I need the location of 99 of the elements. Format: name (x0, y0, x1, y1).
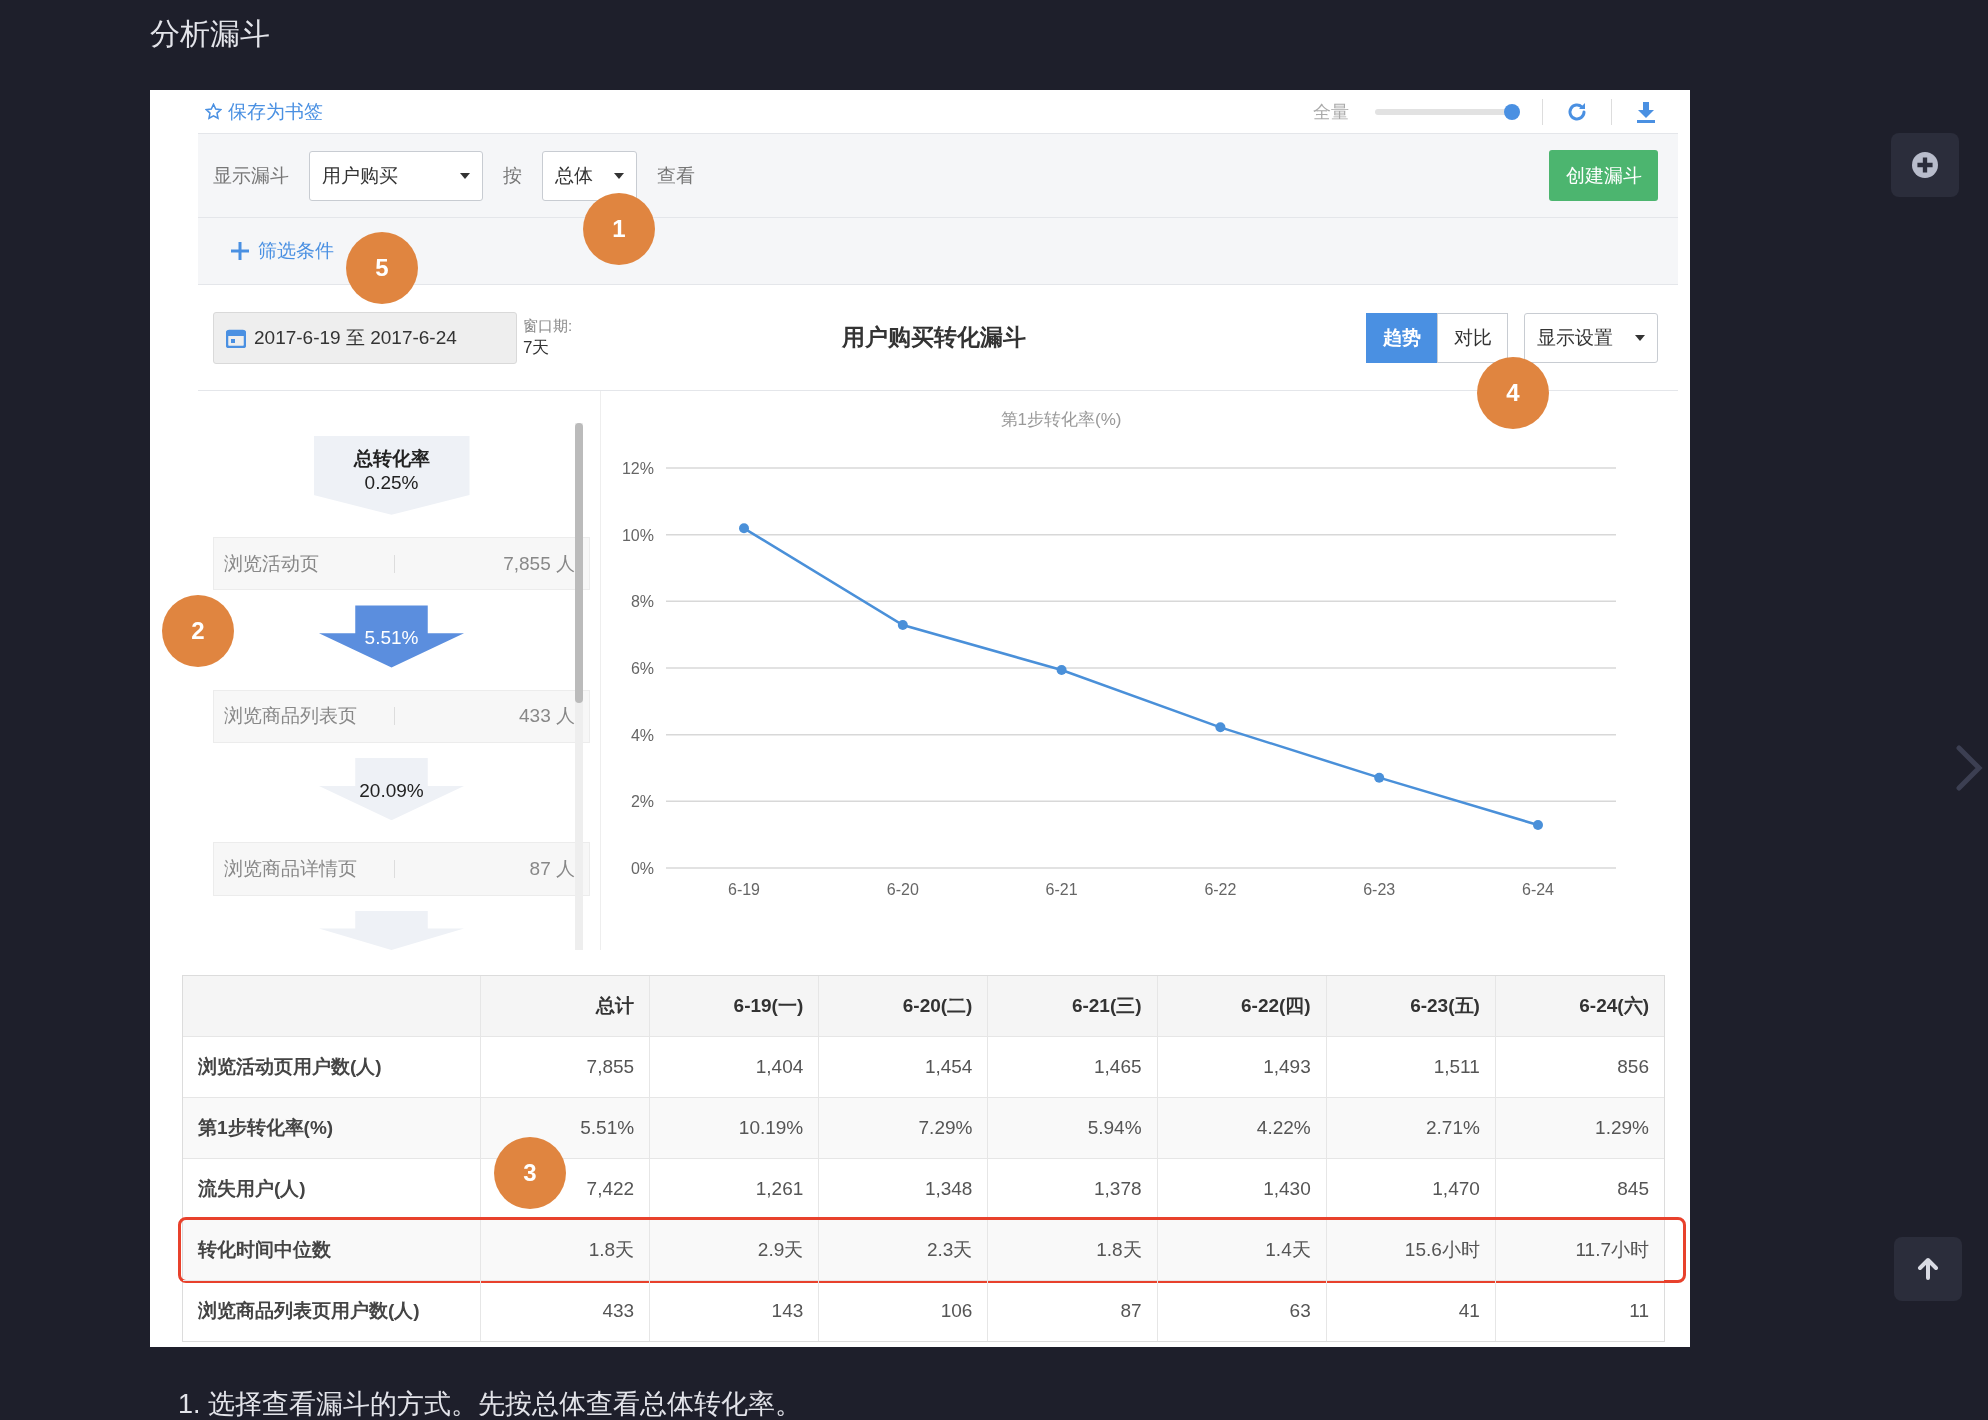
bookmark-link[interactable]: 保存为书签 (205, 98, 323, 125)
chart-title: 用户购买转化漏斗 (841, 323, 1028, 352)
chart-axis-title: 第1步转化率(%) (1000, 410, 1122, 429)
row-label: 浏览活动页用户数(人) (197, 1055, 383, 1079)
x-tick-label: 6-20 (886, 881, 919, 898)
funnel-label: 显示漏斗 (213, 163, 289, 188)
data-point[interactable] (739, 523, 749, 534)
funnel-select[interactable]: 用户购买 (309, 150, 483, 201)
column-header: 总计 (480, 976, 650, 1036)
column-header: 6-20(二) (818, 976, 988, 1036)
column-header: 6-21(三) (987, 976, 1157, 1036)
column-header: 6-24(六) (1494, 976, 1664, 1036)
y-tick-label: 8% (630, 593, 654, 611)
table-cell: 1,378 (987, 1159, 1157, 1219)
caret-icon (1635, 334, 1645, 341)
by-label: 按 (503, 163, 522, 188)
column-header: 6-19(一) (649, 976, 819, 1036)
table-cell: 1,348 (818, 1159, 988, 1219)
table-cell: 1,470 (1325, 1159, 1495, 1219)
step-count: 433 人 (519, 704, 575, 729)
x-tick-label: 6-24 (1522, 881, 1554, 898)
table-cell: 11.7小时 (1494, 1220, 1664, 1280)
table-cell: 41 (1325, 1281, 1495, 1341)
x-tick-label: 6-22 (1204, 881, 1237, 898)
slider-thumb[interactable] (1504, 103, 1520, 120)
row-label: 转化时间中位数 (196, 1238, 332, 1262)
calendar-icon (226, 327, 246, 348)
data-point[interactable] (1215, 722, 1226, 733)
page-heading: 分析漏斗 (150, 16, 270, 52)
table-cell: 106 (818, 1281, 988, 1341)
funnel-step[interactable]: 浏览商品列表页 433 人 (213, 689, 590, 744)
table-cell: 2.71% (1325, 1098, 1495, 1158)
row-label: 浏览商品列表页用户数(人) (197, 1299, 421, 1323)
scrollbar[interactable] (575, 423, 583, 950)
caret-icon (614, 172, 624, 179)
table-cell: 1,430 (1156, 1159, 1326, 1219)
table-cell: 845 (1494, 1159, 1664, 1219)
table-cell: 2.9天 (649, 1220, 819, 1280)
download-icon[interactable] (1634, 99, 1658, 124)
table-cell: 10.19% (649, 1098, 819, 1158)
table-cell: 15.6小时 (1325, 1220, 1495, 1280)
x-tick-label: 6-23 (1363, 881, 1396, 898)
data-point[interactable] (1533, 820, 1543, 830)
y-tick-label: 4% (630, 726, 654, 744)
step-name: 浏览活动页 (224, 551, 320, 576)
plus-icon[interactable] (230, 241, 250, 261)
view-tab[interactable]: 趋势 (1366, 312, 1437, 363)
table-cell: 63 (1156, 1281, 1326, 1341)
table-cell: 143 (649, 1281, 819, 1341)
date-range-field[interactable]: 2017-6-19 至 2017-6-24 (213, 311, 517, 364)
y-tick-label: 10% (621, 526, 654, 544)
data-point[interactable] (1056, 665, 1067, 675)
caret-icon (460, 172, 470, 179)
table-cell: 1.4天 (1156, 1220, 1326, 1280)
column-header: 6-22(四) (1156, 976, 1326, 1036)
y-tick-label: 2% (630, 793, 654, 811)
window-label: 窗口期: (523, 316, 573, 336)
y-tick-label: 0% (630, 860, 654, 877)
table-cell: 2.3天 (818, 1220, 988, 1280)
table-cell: 433 (480, 1281, 650, 1341)
scale-label: 全量 (1313, 100, 1349, 124)
table-cell: 5.94% (987, 1098, 1157, 1158)
data-point[interactable] (1374, 772, 1385, 783)
step-count: 7,855 人 (503, 551, 575, 576)
star-icon (205, 102, 222, 120)
table-cell: 11 (1494, 1281, 1664, 1341)
x-tick-label: 6-21 (1045, 881, 1078, 898)
table-cell: 7.29% (818, 1098, 988, 1158)
table-cell: 1,261 (649, 1159, 819, 1219)
table-cell: 87 (987, 1281, 1157, 1341)
step-description: 1. 选择查看漏斗的方式。先按总体查看总体转化率。 (178, 1388, 803, 1420)
table-cell: 4.22% (1156, 1098, 1326, 1158)
y-tick-label: 12% (621, 460, 654, 477)
add-icon (1912, 152, 1938, 178)
add-filter-link[interactable]: 筛选条件 (258, 238, 334, 264)
display-settings-select[interactable]: 显示设置 (1524, 312, 1658, 363)
row-label: 流失用户(人) (197, 1177, 307, 1201)
view-label: 查看 (657, 163, 695, 188)
y-tick-label: 6% (630, 660, 654, 677)
table-cell: 1.8天 (480, 1220, 650, 1280)
column-header: 6-23(五) (1325, 976, 1495, 1036)
table-cell: 1.29% (1494, 1098, 1664, 1158)
funnel-step[interactable]: 浏览商品详情页 87 人 (213, 842, 590, 896)
step-name: 浏览商品详情页 (224, 857, 358, 881)
x-tick-label: 6-19 (728, 881, 760, 898)
add-button[interactable] (1891, 133, 1959, 197)
funnel-step[interactable]: 浏览活动页 7,855 人 (213, 536, 590, 591)
row-label: 第1步转化率(%) (197, 1116, 335, 1140)
table-cell: 1.8天 (987, 1220, 1157, 1280)
back-to-top-button[interactable] (1894, 1237, 1962, 1301)
up-arrow-icon (1916, 1257, 1940, 1281)
create-funnel-button[interactable]: 创建漏斗 (1549, 150, 1658, 201)
group-select[interactable]: 总体 (542, 150, 637, 201)
step-count: 87 人 (529, 857, 575, 881)
view-tab[interactable]: 对比 (1437, 312, 1508, 363)
step-name: 浏览商品列表页 (224, 704, 358, 729)
data-point[interactable] (897, 620, 908, 630)
window-value: 7天 (523, 336, 551, 359)
scale-slider[interactable] (1375, 103, 1520, 120)
